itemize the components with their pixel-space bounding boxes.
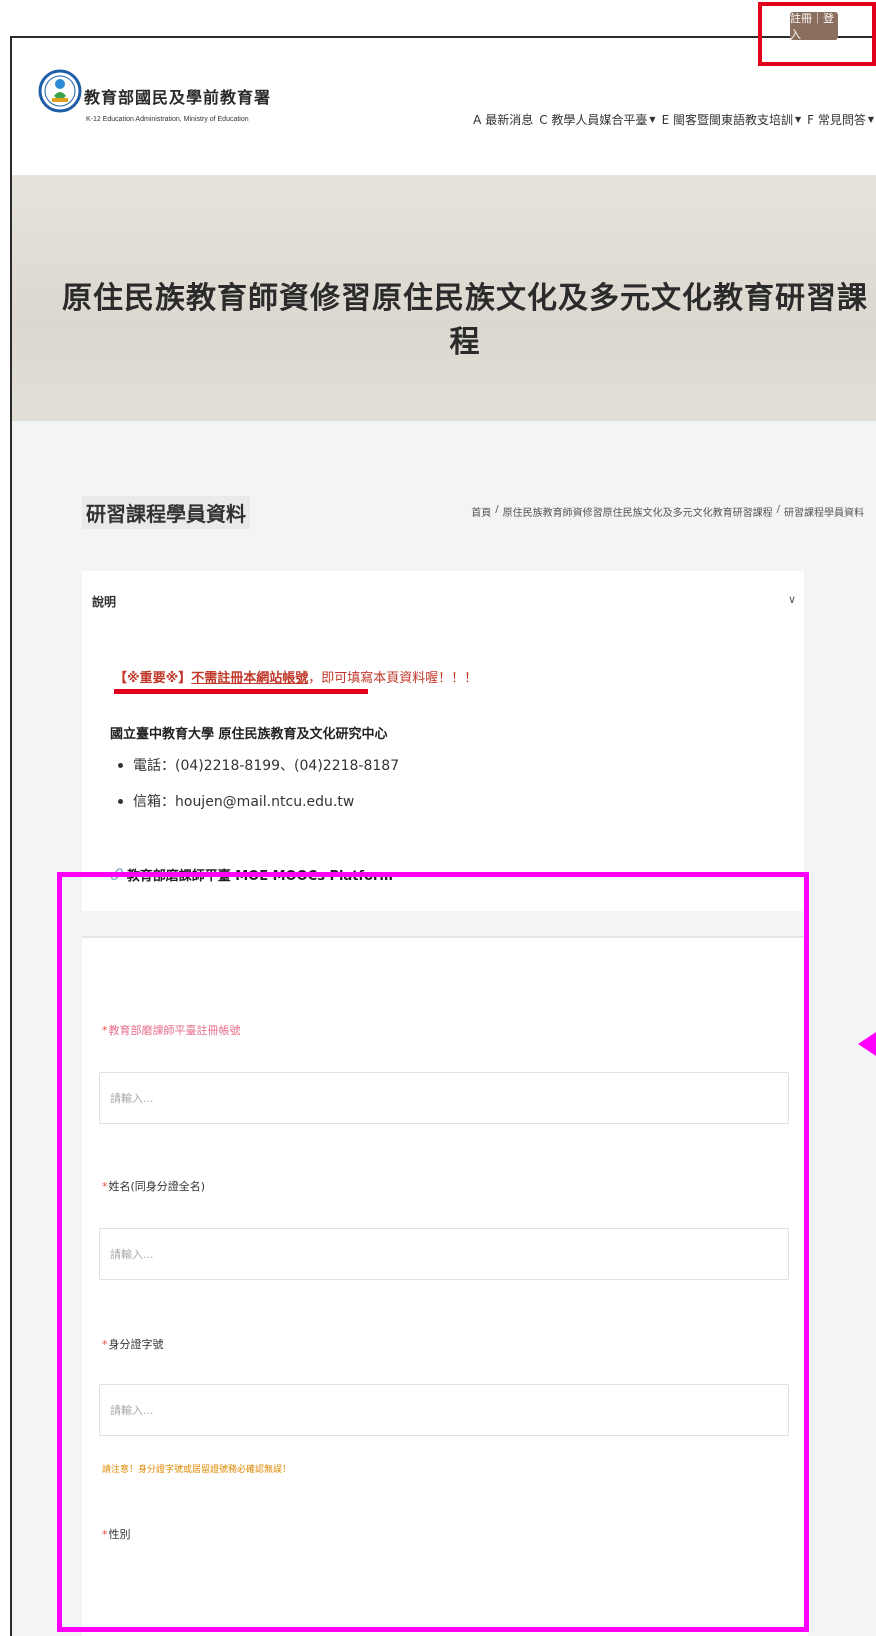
info-panel: 說明 ∨ 【※重要※】不需註冊本網站帳號，即可填寫本頁資料喔！！！ 國立臺中教育… xyxy=(82,571,804,911)
breadcrumb-separator: / xyxy=(495,504,499,515)
notice-rest: ，即可填寫本頁資料喔！！！ xyxy=(308,671,478,686)
nav-item-label: F 常見問答 xyxy=(807,113,866,127)
nav-item-label: E 閩客暨閩東語教支培訓 xyxy=(661,113,793,127)
caret-down-icon: ▼ xyxy=(794,115,802,124)
ministry-emblem-icon[interactable] xyxy=(38,62,82,120)
important-notice: 【※重要※】不需註冊本網站帳號，即可填寫本頁資料喔！！！ xyxy=(114,667,477,686)
logo-title[interactable]: 教育部國民及學前教育署 xyxy=(84,84,271,108)
nav-item-news[interactable]: A 最新消息 xyxy=(473,111,533,128)
info-panel-toggle[interactable]: 說明 xyxy=(92,593,116,610)
list-item: 信箱：houjen@mail.ntcu.edu.tw xyxy=(118,791,399,811)
notice-no-registration: 不需註冊本網站帳號 xyxy=(191,671,309,686)
nav-item-faq[interactable]: F 常見問答 ▼ xyxy=(807,111,874,128)
red-underline-annotation xyxy=(114,689,368,694)
nav-item-label: A 最新消息 xyxy=(473,113,534,127)
main-nav: A 最新消息 C 教學人員媒合平臺 ▼ E 閩客暨閩東語教支培訓 ▼ F 常見問… xyxy=(473,111,874,128)
contact-list: 電話：(04)2218-8199、(04)2218-8187 信箱：houjen… xyxy=(118,755,399,827)
nav-item-dialect-training[interactable]: E 閩客暨閩東語教支培訓 ▼ xyxy=(662,111,802,128)
hero-banner: 原住民族教育師資修習原住民族文化及多元文化教育研習課程 xyxy=(12,175,876,421)
breadcrumb: 首頁 / 原住民族教育師資修習原住民族文化及多元文化教育研習課程 / 研習課程學… xyxy=(471,504,864,519)
breadcrumb-home[interactable]: 首頁 xyxy=(471,504,491,519)
list-item: 電話：(04)2218-8199、(04)2218-8187 xyxy=(118,755,399,775)
breadcrumb-current: 研習課程學員資料 xyxy=(784,508,864,519)
bullet-icon xyxy=(118,762,123,768)
chevron-down-icon[interactable]: ∨ xyxy=(788,593,796,606)
form-highlight-box xyxy=(57,872,809,1632)
contact-email[interactable]: 信箱：houjen@mail.ntcu.edu.tw xyxy=(133,791,354,811)
nav-item-teacher-matching[interactable]: C 教學人員媒合平臺 ▼ xyxy=(539,111,655,128)
contact-phone: 電話：(04)2218-8199、(04)2218-8187 xyxy=(133,758,400,774)
hero-title: 原住民族教育師資修習原住民族文化及多元文化教育研習課程 xyxy=(62,281,868,360)
breadcrumb-separator: / xyxy=(776,504,780,515)
caret-down-icon: ▼ xyxy=(867,115,874,124)
nav-item-label: C 教學人員媒合平臺 xyxy=(539,113,648,127)
page-title: 研習課程學員資料 xyxy=(82,496,250,529)
breadcrumb-course[interactable]: 原住民族教育師資修習原住民族文化及多元文化教育研習課程 xyxy=(503,504,773,519)
login-highlight-box xyxy=(758,2,876,66)
bullet-icon xyxy=(118,798,123,804)
logo-subtitle: K-12 Education Administration, Ministry … xyxy=(86,116,249,123)
site-header: 教育部國民及學前教育署 K-12 Education Administratio… xyxy=(12,38,876,175)
caret-down-icon: ▼ xyxy=(649,115,656,124)
notice-important: 【※重要※】 xyxy=(114,671,192,686)
arrow-left-icon xyxy=(858,1032,876,1056)
organization-name: 國立臺中教育大學 原住民族教育及文化研究中心 xyxy=(110,727,388,742)
